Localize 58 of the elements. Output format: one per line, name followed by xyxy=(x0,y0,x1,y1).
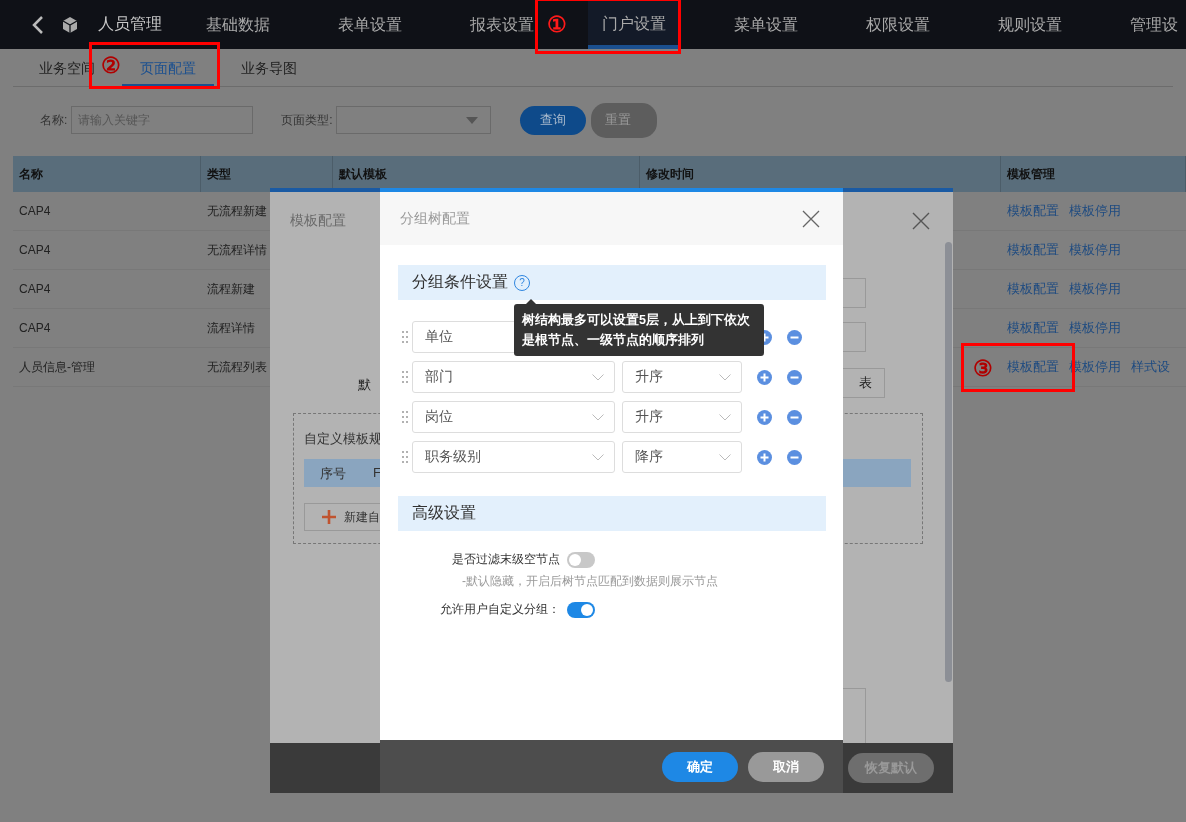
action-link[interactable]: 模板配置 xyxy=(1007,319,1059,337)
action-link[interactable]: 模板停用 xyxy=(1069,280,1121,298)
action-link[interactable]: 模板停用 xyxy=(1069,241,1121,259)
action-link[interactable]: 模板配置 xyxy=(1007,358,1059,376)
page-type-label: 页面类型: xyxy=(281,111,333,129)
column-header: 名称 xyxy=(13,156,201,192)
dialog-title: 分组树配置 xyxy=(400,209,470,228)
sort-order-dropdown[interactable]: 降序 xyxy=(622,441,742,473)
section-title: 分组条件设置 xyxy=(412,272,508,292)
action-link[interactable]: 模板配置 xyxy=(1007,241,1059,259)
option-label: 是否过滤末级空节点 xyxy=(451,551,560,568)
table-cell: 流程新建 xyxy=(207,280,255,298)
option-hint: -默认隐藏，开启后树节点匹配到数据则展示节点 xyxy=(462,573,719,590)
name-label: 名称: xyxy=(40,111,68,129)
table-cell: CAP4 xyxy=(19,282,51,296)
table-cell: 无流程详情 xyxy=(207,241,267,259)
annotation-number: ① xyxy=(547,14,567,36)
section-title: 自定义模板规 xyxy=(304,430,382,448)
table-cell: CAP4 xyxy=(19,243,51,257)
nav-tab[interactable]: 规则设置 xyxy=(984,0,1076,49)
table-cell: 人员信息-管理 xyxy=(19,358,95,376)
query-button[interactable]: 查询 xyxy=(519,105,586,135)
table-cell: 流程详情 xyxy=(207,319,255,337)
nav-tab[interactable]: 门户设置 xyxy=(588,0,680,49)
sub-tab[interactable]: 页面配置 xyxy=(122,60,214,86)
annotation-number: ② xyxy=(101,55,121,77)
field-label: 默 xyxy=(358,376,371,394)
nav-tab[interactable]: 基础数据 xyxy=(192,0,284,49)
action-link[interactable]: 模板配置 xyxy=(1007,280,1059,298)
field-dropdown[interactable]: 职务级别 xyxy=(412,441,615,473)
table-cell: CAP4 xyxy=(19,204,51,218)
cancel-button[interactable]: 取消 xyxy=(748,751,824,782)
nav-tab[interactable]: 权限设置 xyxy=(852,0,944,49)
confirm-button[interactable]: 确定 xyxy=(662,751,738,782)
table-cell: CAP4 xyxy=(19,321,51,335)
field-dropdown[interactable]: 岗位 xyxy=(412,401,615,433)
column-header: F xyxy=(373,465,381,480)
table-cell: 无流程列表 xyxy=(207,358,267,376)
annotation-number: ③ xyxy=(973,358,993,380)
dialog-title: 模板配置 xyxy=(290,212,346,230)
action-link[interactable]: 模板配置 xyxy=(1007,202,1059,220)
sort-order-dropdown[interactable]: 升序 xyxy=(622,361,742,393)
table-cell: 无流程新建 xyxy=(207,202,267,220)
action-link[interactable]: 模板停用 xyxy=(1069,319,1121,337)
action-link[interactable]: 模板停用 xyxy=(1069,202,1121,220)
app-title: 人员管理 xyxy=(98,14,163,34)
column-header: 序号 xyxy=(320,465,346,483)
column-header: 模板管理 xyxy=(1001,156,1186,192)
nav-tab[interactable]: 菜单设置 xyxy=(720,0,812,49)
section-title: 高级设置 xyxy=(412,503,476,523)
option-label: 允许用户自定义分组： xyxy=(439,601,560,618)
action-link[interactable]: 样式设 xyxy=(1131,358,1170,376)
sort-order-dropdown[interactable]: 升序 xyxy=(622,401,742,433)
nav-tab[interactable]: 报表设置 xyxy=(456,0,548,49)
sub-tab[interactable]: 业务导图 xyxy=(226,60,312,86)
field-dropdown[interactable]: 部门 xyxy=(412,361,615,393)
nav-tab[interactable]: 表单设置 xyxy=(324,0,416,49)
nav-tab[interactable]: 管理设 xyxy=(1116,0,1186,49)
